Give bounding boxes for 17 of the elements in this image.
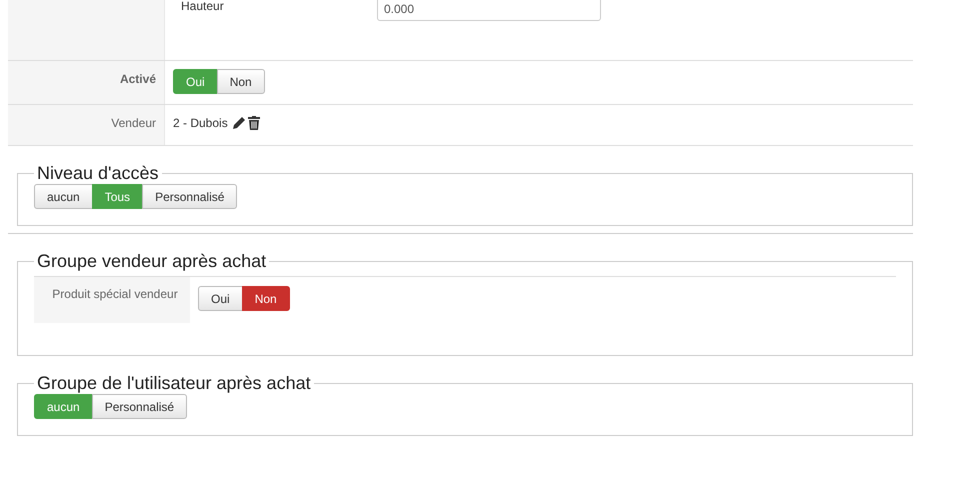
toggle-button[interactable]: Oui	[198, 286, 243, 311]
section-title: Niveau d'accès	[36, 163, 160, 184]
toggle-button[interactable]: Personnalisé	[142, 184, 238, 209]
section-title: Groupe vendeur après achat	[36, 251, 268, 272]
field-label: Activé	[120, 72, 156, 86]
vendor-name: 2 - Dubois	[173, 116, 228, 130]
toggle-button[interactable]: Personnalisé	[92, 394, 188, 419]
field-label: Hauteur	[180, 0, 225, 13]
toggle-button[interactable]: aucun	[34, 184, 93, 209]
field-label: Produit spécial vendeur	[52, 287, 178, 301]
field-label: Vendeur	[111, 116, 156, 130]
toggle-button[interactable]: Non	[216, 69, 265, 94]
trash-icon[interactable]	[248, 116, 260, 130]
section-title: Groupe de l'utilisateur après achat	[36, 373, 312, 394]
pencil-icon[interactable]	[232, 116, 246, 130]
input-field[interactable]: 0.000	[377, 0, 601, 21]
toggle-button[interactable]: Non	[242, 286, 290, 311]
